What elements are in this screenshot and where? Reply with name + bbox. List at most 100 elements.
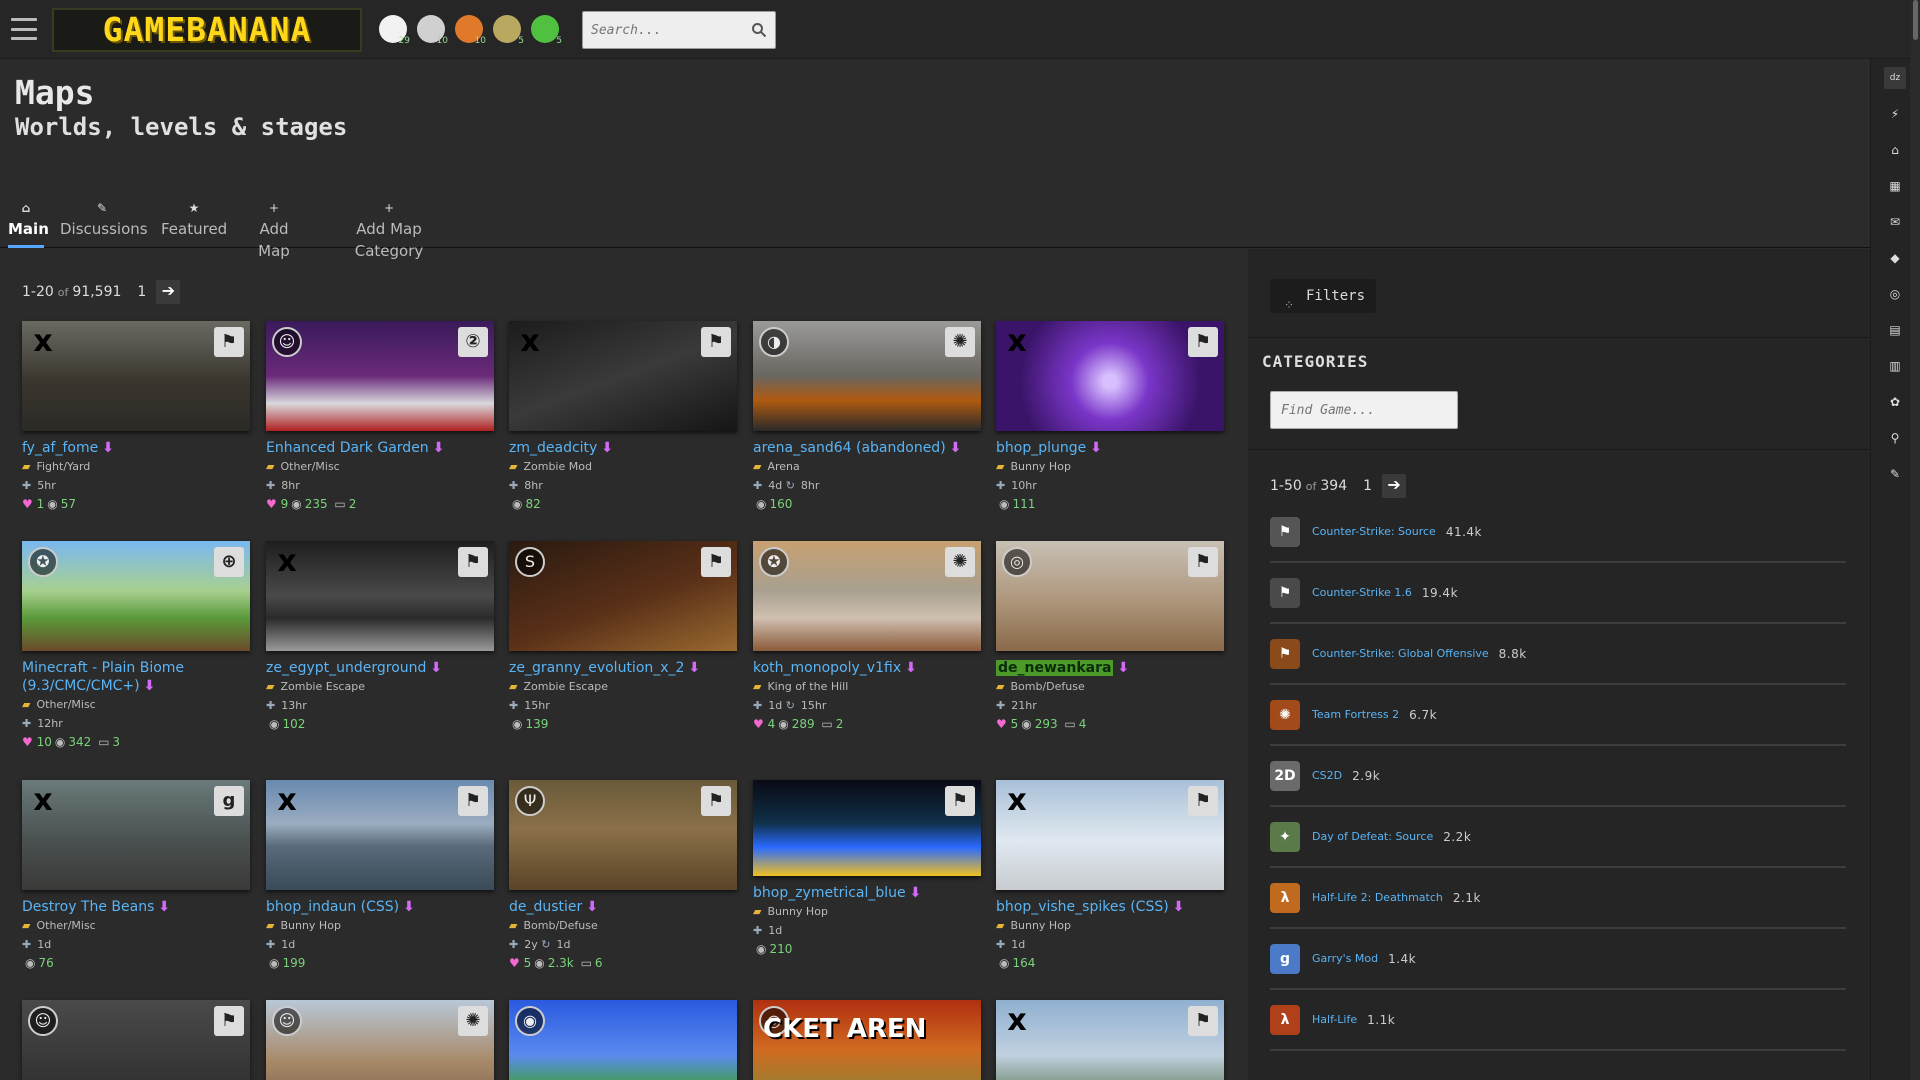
game-icon[interactable]: ✺: [945, 547, 975, 577]
map-title-link[interactable]: bhop_indaun (CSS) ⬇: [266, 898, 494, 916]
game-icon[interactable]: ⚑: [458, 786, 488, 816]
download-icon[interactable]: ⬇: [601, 440, 613, 456]
no-avatar-icon[interactable]: x: [28, 327, 58, 357]
game-category-row[interactable]: ⚑ Counter-Strike: Global Offensive 8.8k: [1270, 624, 1846, 685]
submitter-avatar-icon[interactable]: ◎: [1002, 547, 1032, 577]
game-icon[interactable]: ⚑: [701, 786, 731, 816]
download-icon[interactable]: ⬇: [950, 440, 962, 456]
game-icon[interactable]: ⚑: [214, 327, 244, 357]
map-thumbnail[interactable]: x ⚑: [22, 321, 250, 431]
heart-icon[interactable]: ♥: [266, 497, 281, 511]
submitter-avatar-icon[interactable]: ✪: [28, 547, 58, 577]
game-category-row[interactable]: ⚑ Counter-Strike 1.6 19.4k: [1270, 563, 1846, 624]
game-category-name[interactable]: CS2D: [1312, 769, 1342, 782]
no-avatar-icon[interactable]: x: [1002, 1006, 1032, 1036]
game-icon[interactable]: ⚑: [701, 547, 731, 577]
map-thumbnail[interactable]: ◑ ✺: [753, 321, 981, 431]
download-icon[interactable]: ⬇: [1173, 899, 1185, 915]
map-title-link[interactable]: bhop_zymetrical_blue ⬇: [753, 884, 981, 902]
search-icon[interactable]: [751, 22, 767, 38]
site-logo[interactable]: GAMEBANANA: [52, 8, 362, 52]
coins-icon[interactable]: ◎: [1884, 283, 1906, 305]
map-title-link[interactable]: ze_egypt_underground ⬇: [266, 659, 494, 677]
game-category-name[interactable]: Counter-Strike 1.6: [1312, 586, 1412, 599]
download-icon[interactable]: ⬇: [688, 660, 700, 676]
map-thumbnail[interactable]: S ⚑: [509, 541, 737, 651]
map-thumbnail[interactable]: ◉: [509, 1000, 737, 1080]
game-icon[interactable]: ⚑: [1188, 1006, 1218, 1036]
game-icon[interactable]: ⊕: [214, 547, 244, 577]
download-icon[interactable]: ⬇: [910, 885, 922, 901]
game-icon[interactable]: ⚑: [1188, 327, 1218, 357]
map-title-link[interactable]: fy_af_fome ⬇: [22, 439, 250, 457]
map-title-link[interactable]: bhop_plunge ⬇: [996, 439, 1224, 457]
game-category-name[interactable]: Team Fortress 2: [1312, 708, 1399, 721]
map-title-link[interactable]: de_dustier ⬇: [509, 898, 737, 916]
game-icon[interactable]: ⚑: [1188, 547, 1218, 577]
map-thumbnail[interactable]: x ⚑: [509, 321, 737, 431]
game-icon[interactable]: ②: [458, 327, 488, 357]
submitter-avatar-icon[interactable]: ◉: [515, 1006, 545, 1036]
map-thumbnail[interactable]: xg: [22, 780, 250, 890]
map-thumbnail[interactable]: x ⚑: [996, 321, 1224, 431]
map-thumbnail[interactable]: ✪ ⊕: [22, 541, 250, 651]
game-category-name[interactable]: Half-Life 2: Deathmatch: [1312, 891, 1443, 904]
game-icon[interactable]: ⚑: [1188, 786, 1218, 816]
scrollbar[interactable]: [1910, 0, 1920, 1080]
game-icon[interactable]: ✺: [945, 327, 975, 357]
find-game-input[interactable]: [1270, 391, 1458, 429]
map-thumbnail[interactable]: x ⚑: [266, 780, 494, 890]
star-wars-icon[interactable]: 10: [414, 12, 448, 46]
filters-button[interactable]: ⁘ Filters: [1270, 279, 1376, 313]
heart-icon[interactable]: ♥: [996, 717, 1011, 731]
map-title-link[interactable]: de_newankara ⬇: [996, 659, 1224, 677]
chart-icon[interactable]: ▥: [1884, 355, 1906, 377]
map-thumbnail[interactable]: x ⚑: [266, 541, 494, 651]
map-title-link[interactable]: Destroy The Beans ⬇: [22, 898, 250, 916]
download-icon[interactable]: ⬇: [1117, 660, 1129, 676]
next-page-arrow-icon[interactable]: ➔: [1382, 474, 1407, 498]
team-fortress-icon[interactable]: 10: [452, 12, 486, 46]
download-icon[interactable]: ⬇: [586, 899, 598, 915]
game-category-row[interactable]: λ Half-Life 2: Deathmatch 2.1k: [1270, 868, 1846, 929]
dz-icon[interactable]: dz: [1884, 67, 1906, 89]
no-avatar-icon[interactable]: x: [515, 327, 545, 357]
game-category-row[interactable]: 2D CS2D 2.9k: [1270, 746, 1846, 807]
palette-icon[interactable]: ✿: [1884, 391, 1906, 413]
tab-discussions[interactable]: ✎ Discussions: [60, 196, 148, 248]
pagination-page[interactable]: 1: [137, 284, 146, 300]
download-icon[interactable]: ⬇: [905, 660, 917, 676]
map-category[interactable]: ▰ Zombie Escape: [509, 677, 737, 696]
map-title-link[interactable]: arena_sand64 (abandoned) ⬇: [753, 439, 981, 457]
no-avatar-icon[interactable]: x: [28, 786, 58, 816]
tab-add-map[interactable]: + Add Map: [242, 196, 306, 260]
archive-icon[interactable]: ▤: [1884, 319, 1906, 341]
next-page-arrow-icon[interactable]: ➔: [156, 280, 181, 304]
game-category-name[interactable]: Counter-Strike: Global Offensive: [1312, 647, 1489, 660]
scrollbar-thumb[interactable]: [1913, 0, 1918, 40]
game-icon[interactable]: ⚑: [701, 327, 731, 357]
map-category[interactable]: ▰ Bunny Hop: [266, 916, 494, 935]
game-category-row[interactable]: g Garry's Mod 1.4k: [1270, 929, 1846, 990]
no-avatar-icon[interactable]: x: [1002, 786, 1032, 816]
edit-icon[interactable]: ✎: [1884, 463, 1906, 485]
map-category[interactable]: ▰ Bunny Hop: [996, 916, 1224, 935]
map-category[interactable]: ▰ Bomb/Defuse: [509, 916, 737, 935]
map-title-link[interactable]: Minecraft - Plain Biome (9.3/CMC/CMC+) ⬇: [22, 659, 250, 695]
game-category-row[interactable]: ✦ Day of Defeat: Source 2.2k: [1270, 807, 1846, 868]
map-thumbnail[interactable]: ☺ ⚑: [22, 1000, 250, 1080]
download-icon[interactable]: ⬇: [433, 440, 445, 456]
download-icon[interactable]: ⬇: [430, 660, 442, 676]
map-category[interactable]: ▰ Arena: [753, 457, 981, 476]
submitter-avatar-icon[interactable]: ☺: [28, 1006, 58, 1036]
map-title-link[interactable]: koth_monopoly_v1fix ⬇: [753, 659, 981, 677]
download-icon[interactable]: ⬇: [1090, 440, 1102, 456]
download-icon[interactable]: ⬇: [403, 899, 415, 915]
map-category[interactable]: ▰ Bunny Hop: [753, 902, 981, 921]
fnaf-icon[interactable]: 5: [490, 12, 524, 46]
game-icon[interactable]: ⚑: [214, 1006, 244, 1036]
submitter-avatar-icon[interactable]: ☺: [272, 1006, 302, 1036]
map-thumbnail[interactable]: x ⚑: [996, 1000, 1224, 1080]
no-avatar-icon[interactable]: x: [272, 547, 302, 577]
submitter-avatar-icon[interactable]: ✪: [759, 547, 789, 577]
